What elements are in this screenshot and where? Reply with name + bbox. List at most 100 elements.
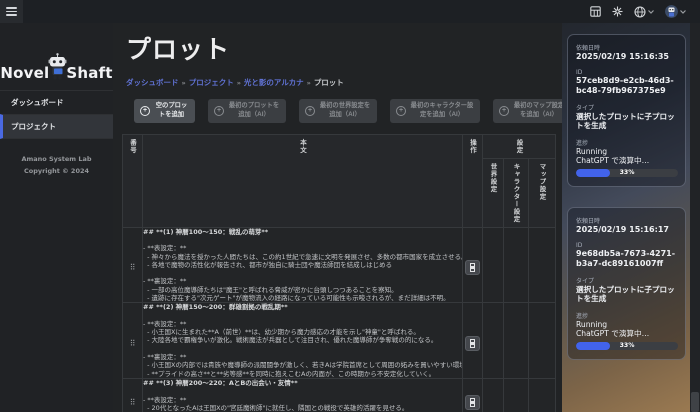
progress-percent: 33% <box>576 169 678 177</box>
job-type: 選択したプロットに子プロットを生成 <box>576 285 678 304</box>
row-body-cell: ## **(1) 神暦100〜150：戦乱の萌芽**- **表設定：** - 神… <box>143 227 463 303</box>
job-progress-label: 進捗 <box>576 311 678 320</box>
sidebar: Novel Shaft ダッシュボードプロジェクト Amano System L… <box>0 23 113 412</box>
circle-plus-icon: + <box>305 106 315 116</box>
breadcrumb-separator: » <box>237 79 241 87</box>
ai-add-button[interactable]: + 最初のプロットを追加（AI） <box>208 99 286 123</box>
job-progress-label: 進捗 <box>576 138 678 147</box>
row-actions-cell <box>463 303 483 379</box>
button-label: 最初のマップ設定を追加（AI） <box>513 102 562 120</box>
plot-text-line <box>143 345 462 353</box>
button-label: 最初のプロットを追加（AI） <box>228 102 280 120</box>
language-menu-button[interactable] <box>634 6 654 18</box>
sidebar-nav: ダッシュボードプロジェクト <box>0 90 113 139</box>
plot-table: 番号 本文 操作 設定 世界設定 キャラクター設定 マップ設定 ⠿## **(1… <box>122 134 556 412</box>
row-map-cell <box>529 303 556 379</box>
breadcrumb-item[interactable]: プロジェクト <box>189 78 234 87</box>
row-actions-cell <box>463 378 483 412</box>
row-detail-button[interactable] <box>465 395 480 410</box>
circle-plus-icon: + <box>499 106 509 116</box>
row-body-cell: ## **(3) 神暦200〜220：AとBの出会い・友情** - **表設定：*… <box>143 378 463 412</box>
button-label: 最初のキャラクター設定を追加（AI） <box>410 102 474 120</box>
row-world-cell <box>483 227 504 303</box>
row-detail-button[interactable] <box>465 260 480 275</box>
progress-percent: 33% <box>576 342 678 350</box>
circle-plus-icon: + <box>214 106 224 116</box>
plot-text-line: ## **(1) 神暦100〜150：戦乱の萌芽** <box>143 228 462 236</box>
job-id-label: ID <box>576 69 678 76</box>
drag-handle-icon[interactable]: ⠿ <box>130 398 136 407</box>
globe-icon <box>634 6 646 18</box>
table-row: ⠿## **(2) 神暦150〜200：群雄割拠の戦乱期**- **表設定：**… <box>123 303 556 379</box>
job-status: Running <box>576 320 678 329</box>
circle-plus-icon: + <box>140 106 150 116</box>
plot-text-line: - **表設定：** <box>143 320 462 328</box>
sidebar-footer: Amano System Lab Copyright © 2024 <box>0 154 113 177</box>
job-date-label: 依頼日時 <box>576 43 678 52</box>
scrollbar-thumb[interactable] <box>691 392 699 412</box>
plot-text-line: - 小王国Xに生まれた**A（前世）**は、幼少期から魔力感応の才能を示し"神童… <box>143 328 462 336</box>
row-world-cell <box>483 378 504 412</box>
row-map-cell <box>529 378 556 412</box>
column-header-body: 本文 <box>143 134 463 227</box>
breadcrumb-separator: » <box>307 79 311 87</box>
job-engine: ChatGPT で演算中… <box>576 329 678 338</box>
user-menu-button[interactable] <box>665 5 686 18</box>
topbar <box>0 0 700 23</box>
table-view-icon[interactable] <box>590 6 601 17</box>
plot-text-line: ## **(3) 神暦200〜220：AとBの出会い・友情** <box>143 379 462 387</box>
ai-add-button[interactable]: + 最初のマップ設定を追加（AI） <box>493 99 562 123</box>
detail-icon <box>470 339 475 348</box>
plot-text-line: - 遺跡に存在する"次元ゲート"が魔物流入の経路になっている可能性も示唆されるが… <box>143 294 462 302</box>
copyright: Copyright © 2024 <box>0 166 113 178</box>
plot-text-line: - 20代となったAは王国Xの"宮廷魔術師"に就任し、隣国との戦役で英雄的活躍を… <box>143 404 462 412</box>
column-header-actions: 操作 <box>463 134 483 227</box>
button-label: 空のプロットを追加 <box>154 102 189 120</box>
job-date: 2025/02/19 15:16:17 <box>576 225 678 235</box>
breadcrumb-item[interactable]: ダッシュボード <box>126 78 179 87</box>
job-card: 依頼日時2025/02/19 15:16:17ID9e68db5a-7673-4… <box>567 207 686 360</box>
row-world-cell <box>483 303 504 379</box>
job-id: 9e68db5a-7673-4271-b3a7-dc89161007ff <box>576 249 678 269</box>
plot-text-line: - **表設定：** <box>143 396 462 404</box>
ai-add-button[interactable]: + 最初のキャラクター設定を追加（AI） <box>390 99 480 123</box>
breadcrumb-item: プロット <box>314 78 344 87</box>
sidebar-item-project[interactable]: プロジェクト <box>0 114 113 139</box>
plot-text-line: - 小王国Xの内部では貴族や魔導師の派閥闘争が激しく、若きAは学院首席として周囲… <box>143 361 462 369</box>
main-content: プロット ダッシュボード»プロジェクト»光と影のアルカナ»プロット +空のプロッ… <box>113 23 562 412</box>
plot-table-body: ⠿## **(1) 神暦100〜150：戦乱の萌芽**- **表設定：** - … <box>123 227 556 412</box>
drag-handle-icon[interactable]: ⠿ <box>130 263 136 272</box>
ai-add-button[interactable]: + 最初の世界設定を追加（AI） <box>299 99 377 123</box>
page-title: プロット <box>126 30 562 66</box>
job-engine: ChatGPT で演算中… <box>576 156 678 165</box>
plot-text-line: - **裏設定：** <box>143 277 462 285</box>
breadcrumb-item[interactable]: 光と影のアルカナ <box>244 78 304 87</box>
plot-text-line <box>143 269 462 277</box>
sidebar-item-dashboard[interactable]: ダッシュボード <box>0 90 113 114</box>
row-number-cell: ⠿ <box>123 378 143 412</box>
column-header-world: 世界設定 <box>483 158 504 227</box>
column-header-character: キャラクター設定 <box>504 158 529 227</box>
button-label: 最初の世界設定を追加（AI） <box>319 102 371 120</box>
add-empty-plot-button[interactable]: + 空のプロットを追加 <box>134 99 195 123</box>
plot-text-line: - 各地で魔物の活性化が報告され、都市が独自に騎士団や魔法師団を結成しはじめる <box>143 261 462 269</box>
breadcrumb: ダッシュボード»プロジェクト»光と影のアルカナ»プロット <box>126 77 562 88</box>
scrollbar-track[interactable] <box>690 23 700 412</box>
circle-plus-icon: + <box>396 106 406 116</box>
brightness-icon[interactable] <box>612 6 623 17</box>
drag-handle-icon[interactable]: ⠿ <box>130 339 136 348</box>
job-type-label: タイプ <box>576 276 678 285</box>
row-character-cell <box>504 227 529 303</box>
row-character-cell <box>504 303 529 379</box>
plot-text-line <box>143 236 462 244</box>
row-number-cell: ⠿ <box>123 303 143 379</box>
row-detail-button[interactable] <box>465 336 480 351</box>
jobs-panel: 依頼日時2025/02/19 15:16:35ID57ceb8d9-e2cb-4… <box>562 23 700 412</box>
app-logo[interactable]: Novel Shaft <box>0 23 113 90</box>
column-header-settings: 設定 <box>483 134 556 158</box>
chevron-down-icon <box>680 10 686 14</box>
table-row: ⠿ ## **(1) 神暦100〜150：戦乱の萌芽**- **表設定：** - … <box>123 227 556 303</box>
job-id-label: ID <box>576 242 678 249</box>
menu-button[interactable] <box>0 0 23 23</box>
avatar <box>665 5 678 18</box>
